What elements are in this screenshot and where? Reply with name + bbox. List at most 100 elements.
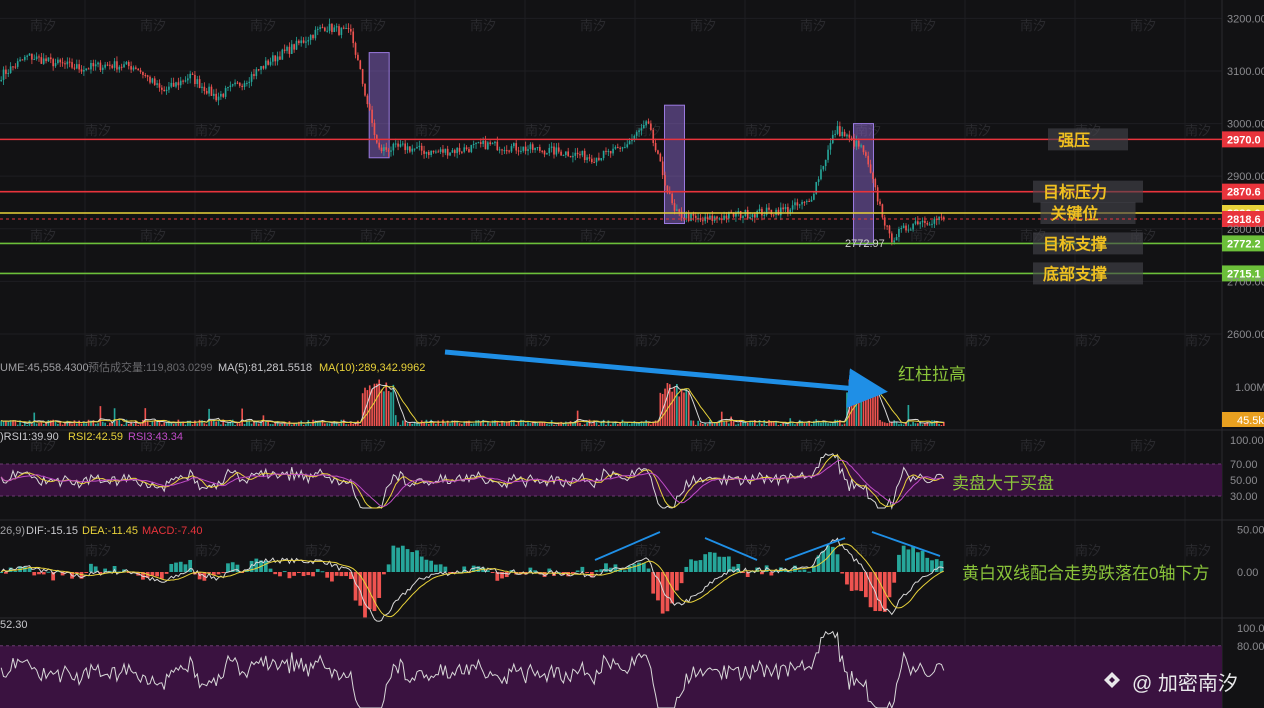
candle [14,63,17,70]
candle [186,74,189,84]
price-label: 2870.6 [1227,187,1261,199]
volume-bar [340,419,343,426]
volume-bar [439,423,442,426]
macd-bar [693,560,698,572]
candle [118,65,121,73]
candle-body [723,215,725,220]
candle [281,48,284,60]
candle [777,207,780,216]
macd-bar [594,570,599,572]
watermark-text: 南汐 [1075,333,1101,348]
volume-bar [794,424,796,426]
volume-bar [498,423,501,426]
macd-bar [708,552,712,572]
candle-body [7,72,10,74]
candle [437,149,440,153]
candle-body [83,70,85,72]
volume-bar [631,423,633,426]
candle [579,151,581,159]
candle-body [909,229,912,231]
candle [619,146,621,152]
candle [220,90,222,100]
volume-bar [109,422,111,426]
candle-body [33,59,36,61]
candle [283,44,286,54]
candle-body [31,53,33,60]
macd-bar [835,554,840,572]
macd-bar [377,572,382,598]
candle-body [928,224,931,226]
trading-chart: 南汐 南汐 南汐 南汐 南汐 南汐 南汐 南汐 南汐 南汐 南汐 南汐 南汐 南汐 南汐 南汐 南汐 南汐 南汐 南汐… [0,0,1264,708]
candle [12,66,14,71]
macd-bar [334,572,339,576]
candle-body [449,152,451,156]
candle-body [588,157,591,159]
candle-body [746,209,749,219]
candle [647,118,650,125]
candle [177,77,180,90]
candle-body [654,143,657,151]
candle [430,150,432,158]
volume-bar [302,424,305,426]
candle [787,203,789,217]
watermark-text: 南汐 [580,228,606,243]
candle [361,68,364,87]
candle [302,37,305,44]
watermark-text: 南汐 [1075,543,1101,558]
price-label: 2772.2 [1227,238,1261,250]
candle-body [711,215,714,221]
candle-body [238,82,241,86]
candle-body [593,162,595,164]
candle-body [784,207,787,210]
trend-arrow [444,349,888,409]
candle [550,142,553,153]
level-name: 底部支撑 [1043,264,1107,283]
volume-bar [383,391,385,426]
volume-bar [635,423,638,426]
watermark-text: 南汐 [195,333,221,348]
candle [215,88,217,102]
macd-bar [178,561,183,572]
kdj-band [0,645,1222,708]
volume-bar [345,424,347,426]
macd-bar [627,565,632,572]
volume-bar [633,420,636,426]
candle-body [205,90,208,94]
candle [928,221,931,226]
volume-bar [893,420,896,426]
candle-body [132,67,135,70]
candle-body [418,145,421,147]
candle [831,130,834,145]
macd-bar [306,572,311,576]
candle [595,157,598,166]
candle-body [439,149,442,152]
volume-legend-pred: 预估成交量:119,803.0299 [88,360,213,374]
candle-body [938,216,940,221]
macd-bar [415,550,419,572]
candle [768,202,770,214]
chart-canvas[interactable]: 南汐 南汐 南汐 南汐 南汐 南汐 南汐 南汐 南汐 南汐 南汐南汐 南汐 南汐 南汐 南汐 南汐 南汐 南汐 南汐… [0,0,1264,708]
candle [449,151,451,157]
candle [404,139,406,155]
candle [813,191,815,201]
volume-bar [57,423,59,426]
volume-bar [40,422,43,426]
candle-body [331,23,333,33]
volume-bar [184,424,187,426]
candle [661,156,664,179]
candle-body [109,64,111,66]
candle [175,81,177,89]
candle-body [749,216,751,219]
candle-body [85,68,88,71]
candle-body [456,147,458,154]
watermark-text: 南汐 [250,18,276,33]
watermark-text: 南汐 [195,543,221,558]
macd-bar [159,572,164,579]
candle [590,154,593,164]
price-label: 2970.0 [1227,134,1261,146]
candle [841,126,844,139]
watermark-text: 南汐 [580,438,606,453]
volume-bar [697,420,699,426]
candle-body [541,150,544,152]
volume-bar [676,384,678,426]
